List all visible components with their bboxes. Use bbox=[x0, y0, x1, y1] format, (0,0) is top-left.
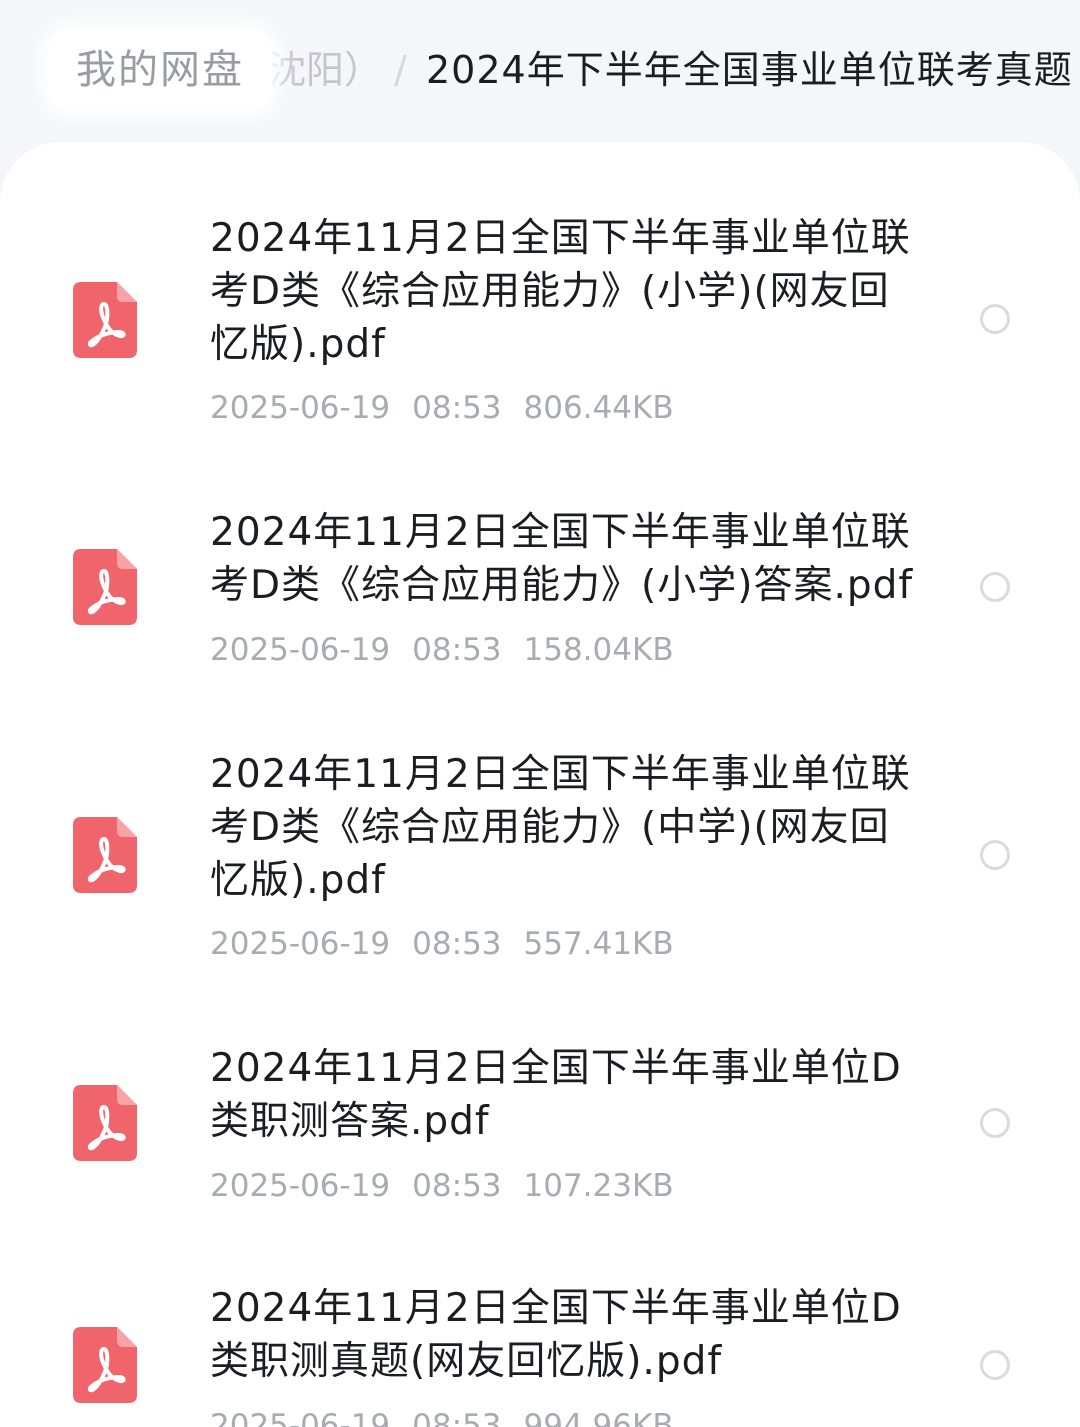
pdf-icon bbox=[73, 549, 137, 625]
file-size: 806.44KB bbox=[523, 390, 674, 426]
file-date: 2025-06-19 bbox=[210, 1168, 391, 1204]
file-time: 08:53 bbox=[412, 390, 502, 426]
file-time: 08:53 bbox=[412, 926, 502, 962]
file-meta: 2025-06-19 08:53 994.96KB bbox=[210, 1406, 696, 1427]
breadcrumb-item-parent[interactable]: 沈阳） bbox=[268, 44, 382, 96]
file-name[interactable]: 2024年11月2日全国下半年事业单位联考D类《综合应用能力》(中学)(网友回忆… bbox=[210, 748, 915, 907]
select-radio[interactable] bbox=[980, 1108, 1010, 1138]
file-size: 158.04KB bbox=[523, 632, 674, 668]
breadcrumb-item-home[interactable]: 我的网盘 bbox=[48, 30, 272, 110]
file-row[interactable]: 2024年11月2日全国下半年事业单位联考D类《综合应用能力》(中学)(网友回忆… bbox=[0, 710, 1080, 980]
file-size: 994.96KB bbox=[523, 1408, 674, 1427]
pdf-icon bbox=[73, 817, 137, 893]
file-meta: 2025-06-19 08:53 158.04KB bbox=[210, 630, 696, 670]
file-meta: 2025-06-19 08:53 557.41KB bbox=[210, 924, 696, 964]
file-row[interactable]: 2024年11月2日全国下半年事业单位联考D类《综合应用能力》(小学)(网友回忆… bbox=[0, 142, 1080, 442]
select-radio[interactable] bbox=[980, 304, 1010, 334]
file-size: 557.41KB bbox=[523, 926, 674, 962]
file-name[interactable]: 2024年11月2日全国下半年事业单位D类职测真题(网友回忆版).pdf bbox=[210, 1282, 915, 1388]
file-row[interactable]: 2024年11月2日全国下半年事业单位联考D类《综合应用能力》(小学)答案.pd… bbox=[0, 442, 1080, 710]
file-time: 08:53 bbox=[412, 632, 502, 668]
pdf-icon bbox=[73, 1327, 137, 1403]
file-list-screen: 沈阳） 我的网盘 / 2024年下半年全国事业单位联考真题 2024年11月2日… bbox=[0, 0, 1080, 1427]
file-date: 2025-06-19 bbox=[210, 926, 391, 962]
file-name[interactable]: 2024年11月2日全国下半年事业单位D类职测答案.pdf bbox=[210, 1042, 915, 1148]
select-radio[interactable] bbox=[980, 840, 1010, 870]
select-radio[interactable] bbox=[980, 1350, 1010, 1380]
file-meta: 2025-06-19 08:53 107.23KB bbox=[210, 1166, 696, 1206]
file-row[interactable]: 2024年11月2日全国下半年事业单位D类职测答案.pdf 2025-06-19… bbox=[0, 980, 1080, 1220]
breadcrumb: 沈阳） 我的网盘 / 2024年下半年全国事业单位联考真题 bbox=[0, 0, 1080, 140]
file-date: 2025-06-19 bbox=[210, 1408, 391, 1427]
breadcrumb-separator: / bbox=[394, 48, 407, 92]
file-list: 2024年11月2日全国下半年事业单位联考D类《综合应用能力》(小学)(网友回忆… bbox=[0, 142, 1080, 1427]
file-name[interactable]: 2024年11月2日全国下半年事业单位联考D类《综合应用能力》(小学)答案.pd… bbox=[210, 506, 915, 612]
pdf-icon bbox=[73, 1085, 137, 1161]
file-date: 2025-06-19 bbox=[210, 632, 391, 668]
file-date: 2025-06-19 bbox=[210, 390, 391, 426]
breadcrumb-item-current: 2024年下半年全国事业单位联考真题 bbox=[426, 48, 1073, 92]
file-time: 08:53 bbox=[412, 1408, 502, 1427]
select-radio[interactable] bbox=[980, 572, 1010, 602]
file-meta: 2025-06-19 08:53 806.44KB bbox=[210, 388, 696, 428]
pdf-icon bbox=[73, 282, 137, 358]
file-time: 08:53 bbox=[412, 1168, 502, 1204]
file-row[interactable]: 2024年11月2日全国下半年事业单位D类职测真题(网友回忆版).pdf 202… bbox=[0, 1220, 1080, 1427]
file-name[interactable]: 2024年11月2日全国下半年事业单位联考D类《综合应用能力》(小学)(网友回忆… bbox=[210, 212, 915, 371]
file-size: 107.23KB bbox=[523, 1168, 674, 1204]
